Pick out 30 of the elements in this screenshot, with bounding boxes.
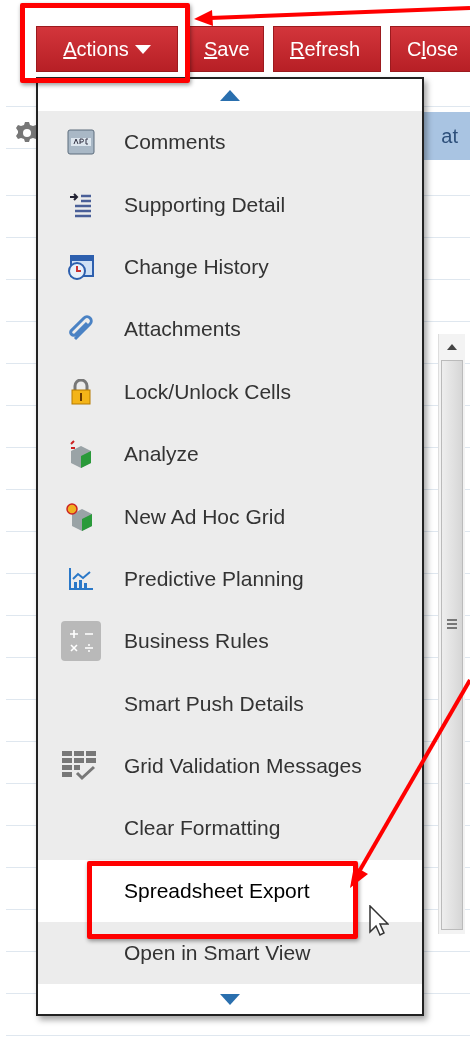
scroll-down-icon[interactable] [220, 993, 240, 1005]
menu-item[interactable]: Open in Smart View [38, 922, 422, 985]
scroll-up-icon[interactable] [447, 344, 457, 350]
scroll-up-icon[interactable] [220, 89, 240, 101]
menu-item[interactable]: Supporting Detail [38, 173, 422, 236]
menu-item[interactable]: Predictive Planning [38, 547, 422, 611]
calendar-clock-icon [67, 253, 95, 280]
menu-item[interactable]: Grid Validation Messages [38, 734, 422, 798]
chart-icon [68, 566, 94, 591]
menu-item[interactable]: Change History [38, 235, 422, 299]
indent-list-icon [68, 191, 94, 218]
toolbar-button[interactable]: Save [187, 26, 264, 72]
menu-item[interactable]: Analyze [38, 422, 422, 486]
calculator-icon [61, 621, 101, 662]
menu-item[interactable]: Business Rules [38, 610, 422, 673]
mouse-pointer-icon [369, 905, 389, 937]
menu-item[interactable]: Smart Push Details [38, 672, 422, 735]
toolbar-button[interactable]: Close [390, 26, 470, 72]
scrollbar[interactable] [438, 334, 465, 934]
padlock-icon [70, 378, 92, 405]
grip-icon[interactable] [447, 619, 457, 629]
menu-item[interactable]: Spreadsheet Export [38, 859, 422, 923]
toolbar-button[interactable]: Refresh [273, 26, 381, 72]
menu-item[interactable]: New Ad Hoc Grid [38, 485, 422, 548]
menu-item[interactable]: Lock/Unlock Cells [38, 360, 422, 423]
caret-icon [134, 44, 151, 54]
document-icon [66, 128, 96, 157]
toolbar-button[interactable]: Actions [36, 26, 178, 72]
menu-item[interactable]: Attachments [38, 298, 422, 361]
menu-item[interactable]: Clear Formatting [38, 797, 422, 860]
